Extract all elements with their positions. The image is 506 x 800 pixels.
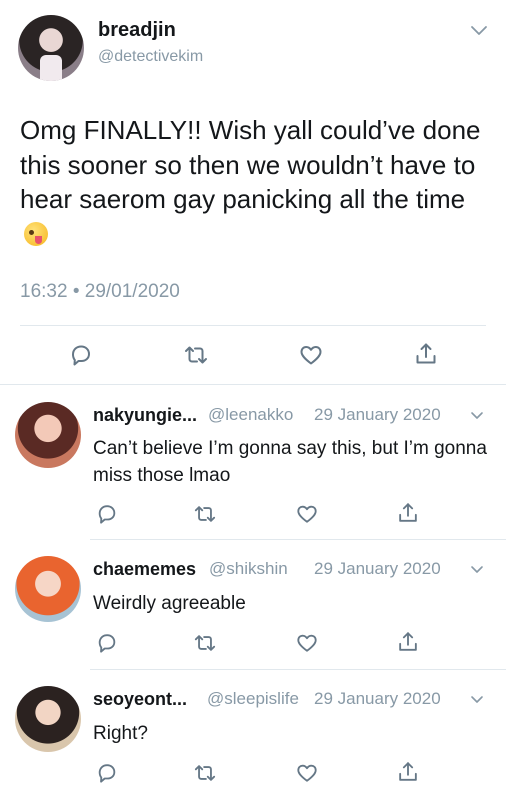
like-icon[interactable] <box>295 762 319 784</box>
avatar[interactable] <box>18 15 84 81</box>
reply-date[interactable]: 29 January 2020 <box>314 405 441 425</box>
chevron-down-icon[interactable] <box>469 20 489 40</box>
reply-icon[interactable] <box>95 632 119 654</box>
retweet-icon[interactable] <box>192 632 218 654</box>
display-name[interactable]: seoyeont... <box>93 689 187 710</box>
like-icon[interactable] <box>295 632 319 654</box>
reply-icon[interactable] <box>95 762 119 784</box>
share-icon[interactable] <box>413 341 439 367</box>
avatar[interactable] <box>15 556 81 622</box>
display-name[interactable]: nakyungie... <box>93 405 197 426</box>
zany-face-emoji <box>24 221 48 246</box>
reply-text: Right? <box>93 723 148 744</box>
chevron-down-icon[interactable] <box>470 562 484 576</box>
avatar[interactable] <box>15 686 81 752</box>
reply-icon[interactable] <box>95 503 119 525</box>
display-name[interactable]: breadjin <box>98 19 176 42</box>
handle[interactable]: @detectivekim <box>98 48 203 66</box>
retweet-icon[interactable] <box>182 343 210 367</box>
divider <box>20 325 486 326</box>
reply-tweet[interactable]: nakyungie... @leenakko 29 January 2020 C… <box>0 385 506 540</box>
share-icon[interactable] <box>396 501 420 525</box>
display-name[interactable]: chaememes <box>93 559 196 580</box>
avatar[interactable] <box>15 402 81 468</box>
handle[interactable]: @leenakko <box>208 405 293 425</box>
like-icon[interactable] <box>295 503 319 525</box>
tweet-text: Omg FINALLY!! Wish yall could’ve done th… <box>20 113 490 251</box>
handle[interactable]: @sleepislife <box>207 689 299 709</box>
reply-text: Weirdly agreeable <box>93 593 246 614</box>
retweet-icon[interactable] <box>192 762 218 784</box>
share-icon[interactable] <box>396 760 420 784</box>
main-tweet: breadjin @detectivekim Omg FINALLY!! Wis… <box>0 0 506 385</box>
share-icon[interactable] <box>396 630 420 654</box>
chevron-down-icon[interactable] <box>470 692 484 706</box>
reply-text: Can’t believe I’m gonna say this, but I’… <box>93 438 487 486</box>
reply-date[interactable]: 29 January 2020 <box>314 689 441 709</box>
handle[interactable]: @shikshin <box>209 559 288 579</box>
like-icon[interactable] <box>298 343 324 367</box>
tweet-timestamp[interactable]: 16:32 • 29/01/2020 <box>20 281 180 303</box>
reply-tweet[interactable]: chaememes @shikshin 29 January 2020 Weir… <box>0 540 506 670</box>
reply-tweet[interactable]: seoyeont... @sleepislife 29 January 2020… <box>0 670 506 800</box>
chevron-down-icon[interactable] <box>470 408 484 422</box>
reply-date[interactable]: 29 January 2020 <box>314 559 441 579</box>
reply-icon[interactable] <box>68 343 94 367</box>
retweet-icon[interactable] <box>192 503 218 525</box>
